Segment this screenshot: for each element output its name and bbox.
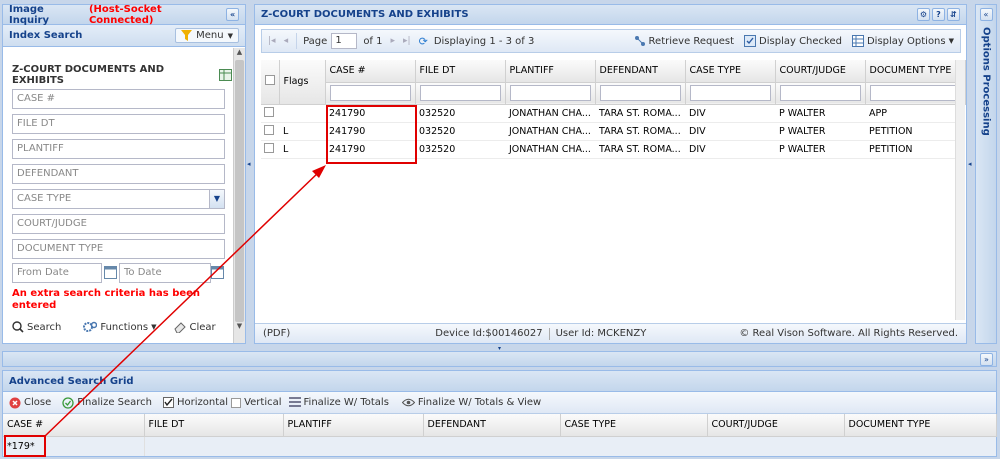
annotation-arrow xyxy=(43,165,326,438)
